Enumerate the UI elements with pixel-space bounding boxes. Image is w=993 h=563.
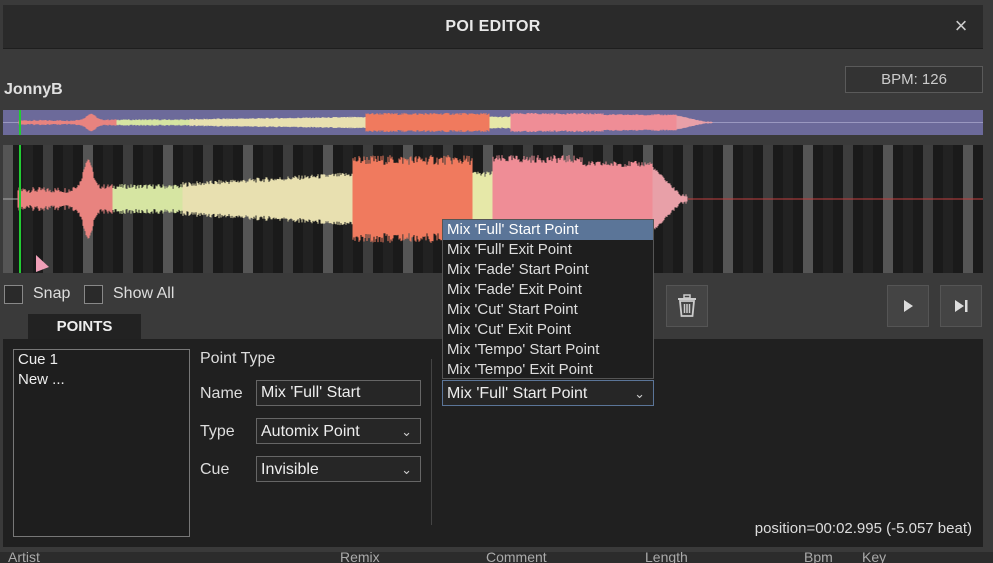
window-title: POI EDITOR (445, 18, 541, 35)
skip-next-icon (955, 300, 968, 312)
beat-stripe (923, 145, 933, 273)
chevron-down-icon: ⌄ (634, 386, 645, 401)
snap-checkbox[interactable] (4, 284, 23, 304)
beat-stripe (723, 145, 733, 273)
list-item[interactable]: Cue 1 (14, 350, 189, 370)
show-all-checkbox[interactable] (84, 284, 103, 304)
overview-waveform-graphic (3, 110, 983, 135)
playhead-marker[interactable] (19, 145, 21, 273)
type-select-value: Automix Point (261, 423, 360, 440)
point-type-select[interactable]: Mix 'Full' Start Point ⌄ (442, 380, 654, 406)
beat-stripe (863, 145, 873, 273)
snap-option[interactable]: Snap (4, 284, 70, 304)
track-title: JonnyB (4, 81, 63, 98)
panel-divider (431, 359, 432, 525)
beat-stripe (703, 145, 713, 273)
beat-stripe (783, 145, 793, 273)
dropdown-option[interactable]: Mix 'Tempo' Start Point (443, 340, 653, 360)
beat-stripe (843, 145, 853, 273)
name-input[interactable] (256, 380, 421, 406)
point-type-label: Point Type (200, 350, 276, 367)
name-label: Name (200, 385, 243, 402)
cue-select[interactable]: Invisible ⌄ (256, 456, 421, 482)
dropdown-option[interactable]: Mix 'Fade' Exit Point (443, 280, 653, 300)
show-all-label: Show All (113, 285, 175, 302)
column-header[interactable]: Length (645, 552, 688, 563)
point-type-dropdown[interactable]: Mix 'Full' Start Point Mix 'Full' Exit P… (442, 219, 654, 379)
tab-points[interactable]: POINTS (28, 314, 141, 339)
column-header[interactable]: Artist (8, 552, 40, 563)
type-select[interactable]: Automix Point ⌄ (256, 418, 421, 444)
position-readout: position=00:02.995 (-5.057 beat) (754, 520, 972, 537)
dropdown-option[interactable]: Mix 'Full' Exit Point (443, 240, 653, 260)
dropdown-option[interactable]: Mix 'Cut' Exit Point (443, 320, 653, 340)
beat-stripe (743, 145, 753, 273)
beat-stripe (763, 145, 773, 273)
cue-label: Cue (200, 461, 230, 478)
bpm-display: BPM: 126 (845, 66, 983, 93)
column-header[interactable]: Key (862, 552, 886, 563)
list-item[interactable]: New ... (14, 370, 189, 390)
points-list[interactable]: Cue 1 New ... (13, 349, 190, 537)
show-all-option[interactable]: Show All (84, 284, 174, 304)
dropdown-option[interactable]: Mix 'Cut' Start Point (443, 300, 653, 320)
chevron-down-icon: ⌄ (401, 424, 412, 439)
cue-select-value: Invisible (261, 461, 319, 478)
snap-label: Snap (33, 285, 71, 302)
beat-stripe (3, 145, 13, 273)
beat-stripe (903, 145, 913, 273)
beat-stripe (943, 145, 953, 273)
beat-stripe (883, 145, 893, 273)
title-bar: POI EDITOR × (3, 5, 983, 49)
overview-playhead[interactable] (19, 110, 21, 135)
beat-stripe (963, 145, 973, 273)
chevron-down-icon: ⌄ (401, 462, 412, 477)
browser-header-strip: Artist Remix Comment Length Bpm Key (0, 552, 993, 563)
dropdown-option[interactable]: Mix 'Full' Start Point (443, 220, 653, 240)
waveform-overview[interactable] (3, 110, 983, 135)
play-button[interactable] (887, 285, 929, 327)
beat-stripe (803, 145, 813, 273)
column-header[interactable]: Comment (486, 552, 547, 563)
delete-point-button[interactable] (666, 285, 708, 327)
trash-icon (678, 294, 696, 317)
type-label: Type (200, 423, 235, 440)
dropdown-option[interactable]: Mix 'Fade' Start Point (443, 260, 653, 280)
column-header[interactable]: Remix (340, 552, 380, 563)
beat-stripe (823, 145, 833, 273)
skip-next-button[interactable] (940, 285, 982, 327)
dropdown-option[interactable]: Mix 'Tempo' Exit Point (443, 360, 653, 380)
close-icon[interactable]: × (949, 13, 973, 39)
point-type-select-value: Mix 'Full' Start Point (447, 385, 588, 402)
column-header[interactable]: Bpm (804, 552, 833, 563)
play-icon (904, 300, 913, 312)
beat-stripe (23, 145, 33, 273)
beat-stripe (683, 145, 693, 273)
